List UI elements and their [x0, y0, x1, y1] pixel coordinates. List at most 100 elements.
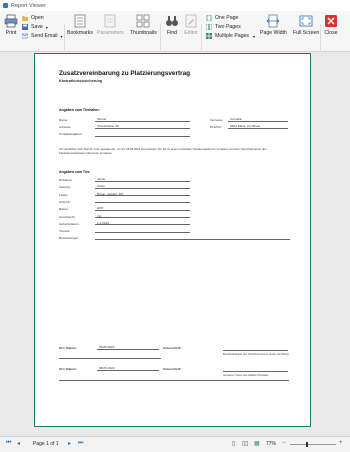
next-page-icon[interactable]: ▸ — [68, 440, 71, 447]
document-title: Zusatzvereinbarung zu Platzierungsvertra… — [59, 70, 191, 77]
page-indicator: Page 1 of 1 — [33, 441, 59, 447]
animal-field-label: Chip-Nr.: — [59, 199, 72, 204]
animal-field-value: EKH — [95, 206, 190, 211]
parameters-label: Parameters — [97, 30, 124, 36]
bookmarks-icon — [74, 14, 86, 28]
single-page-view-icon[interactable]: ▯ — [232, 440, 235, 447]
save-button[interactable]: Save ▾ — [22, 24, 48, 30]
close-label: Close — [324, 30, 338, 36]
close-button[interactable]: Close — [324, 14, 338, 36]
editor-icon — [185, 14, 197, 28]
save-icon — [22, 24, 28, 30]
last-page-icon[interactable]: ⏭ — [78, 440, 83, 447]
animal-field-value: Braun, getigert, EH — [95, 192, 190, 197]
holder-section-title: Angaben zum Tierhalter: — [59, 108, 100, 112]
holder-address-value: Tobelstrasse 30 — [95, 124, 190, 129]
full-screen-icon — [299, 15, 313, 27]
print-label: Print — [5, 30, 17, 36]
editor-label: Editor — [184, 30, 198, 36]
sign1-date-value: 08.05.2022 — [97, 345, 159, 350]
first-page-icon[interactable]: ⏮ — [6, 440, 11, 447]
holder-plz-value: 8404 Elikon am Rhein — [228, 124, 288, 129]
animal-field-value: Katze — [95, 184, 190, 189]
zoom-level: 77% — [266, 441, 277, 447]
send-email-button[interactable]: Send Email ▾ — [22, 33, 63, 39]
holder-address-label: Adresse: — [59, 125, 72, 129]
sign1-signature-line — [223, 350, 288, 351]
animal-field-value — [95, 228, 190, 233]
page-width-button[interactable]: Page Width — [260, 14, 287, 36]
save-label: Save — [31, 24, 43, 30]
close-icon — [325, 15, 337, 27]
animal-field-value — [95, 199, 190, 204]
multiple-pages-icon — [206, 33, 212, 39]
multiple-pages-button[interactable]: Multiple Pages ▾ — [206, 33, 255, 39]
sign2-date-value: 08.05.2022 — [97, 366, 159, 371]
animal-field-label: Bemerkungen: — [59, 236, 80, 241]
holder-firstname-label: Vorname: — [210, 118, 224, 122]
find-label: Find — [166, 30, 178, 36]
sign2-caption: Vorname / Name des Halterin/Tierhalter — [223, 374, 269, 377]
parameters-button[interactable]: Parameters — [97, 14, 124, 36]
zoom-in-icon[interactable]: + — [339, 440, 343, 446]
animal-field-value: mk — [95, 214, 190, 219]
sign1-signature-label: Unterschrift: — [163, 346, 182, 350]
sign2-signature-line — [223, 371, 288, 372]
chevron-down-icon: ▾ — [45, 24, 48, 30]
two-pages-button[interactable]: Two Pages — [206, 24, 241, 30]
holder-name-label: Name: — [59, 118, 69, 122]
title-bar: Report Viewer — [0, 0, 350, 11]
open-button[interactable]: Open — [22, 15, 44, 21]
app-icon — [3, 3, 8, 8]
find-button[interactable]: Find — [165, 14, 179, 36]
report-page: Zusatzvereinbarung zu Platzierungsvertra… — [34, 53, 311, 427]
email-icon — [22, 33, 28, 39]
holder-firstname-value: Cornelia — [228, 117, 288, 122]
holder-contact-line — [95, 136, 190, 137]
open-label: Open — [31, 15, 44, 21]
zoom-slider-thumb[interactable] — [305, 442, 308, 447]
print-button[interactable]: Print — [4, 14, 18, 36]
full-screen-button[interactable]: Full Screen — [293, 14, 319, 36]
holder-contact-label: Kontaktangaben: — [59, 132, 83, 136]
sign1-bottom-line — [59, 358, 161, 359]
full-screen-label: Full Screen — [293, 30, 320, 36]
animal-section-title: Angaben zum Tier: — [59, 170, 91, 174]
animal-field-label: Geschlecht: — [59, 214, 76, 219]
one-page-icon — [206, 15, 212, 21]
sign2-place-label: Ort / Datum: — [59, 367, 77, 371]
grid-view-icon[interactable]: ▦ — [254, 440, 260, 447]
thumbnails-button[interactable]: Thumbnails — [130, 14, 157, 36]
animal-field-label: Farbe: — [59, 192, 68, 197]
sign2-bottom-line — [59, 380, 289, 381]
multiple-pages-label: Multiple Pages — [215, 33, 250, 39]
thumbnails-icon — [137, 14, 150, 28]
animal-field-label: Tierarzt: — [59, 229, 71, 234]
editor-button[interactable]: Editor — [184, 14, 198, 36]
animal-field-label: Geburtsdatum: — [59, 221, 80, 226]
animal-field-value — [95, 235, 290, 240]
page-width-icon — [267, 14, 280, 28]
ribbon: Print Open Save ▾ Send Email ▾ File Book… — [0, 11, 350, 60]
page-width-label: Page Width — [260, 30, 287, 36]
one-page-button[interactable]: One Page — [206, 15, 238, 21]
chevron-down-icon: ▾ — [60, 33, 63, 39]
obligation-text: Ich verpflichte mich hiermit, unter gemä… — [59, 147, 267, 155]
two-pages-icon — [206, 24, 212, 30]
two-pages-label: Two Pages — [215, 24, 241, 30]
animal-field-label: Rasse: — [59, 207, 69, 212]
thumbnails-label: Thumbnails — [130, 30, 157, 36]
sign2-signature-label: Unterschrift: — [163, 367, 182, 371]
previous-page-icon[interactable]: ◂ — [17, 440, 20, 447]
zoom-slider[interactable] — [290, 444, 336, 445]
window-title: Report Viewer — [11, 2, 46, 9]
parameters-icon — [105, 14, 116, 28]
bookmarks-button[interactable]: Bookmarks — [67, 14, 93, 36]
binoculars-icon — [166, 16, 178, 26]
animal-field-value: Jamie — [95, 177, 190, 182]
bookmarks-label: Bookmarks — [67, 30, 93, 36]
status-bar: ⏮ ◂ Page 1 of 1 ▸ ⏭ ▯ ▯▯ ▦ 77% − + — [0, 436, 350, 452]
send-email-label: Send Email — [31, 33, 58, 39]
two-page-view-icon[interactable]: ▯▯ — [242, 440, 249, 447]
zoom-out-icon[interactable]: − — [282, 440, 286, 446]
